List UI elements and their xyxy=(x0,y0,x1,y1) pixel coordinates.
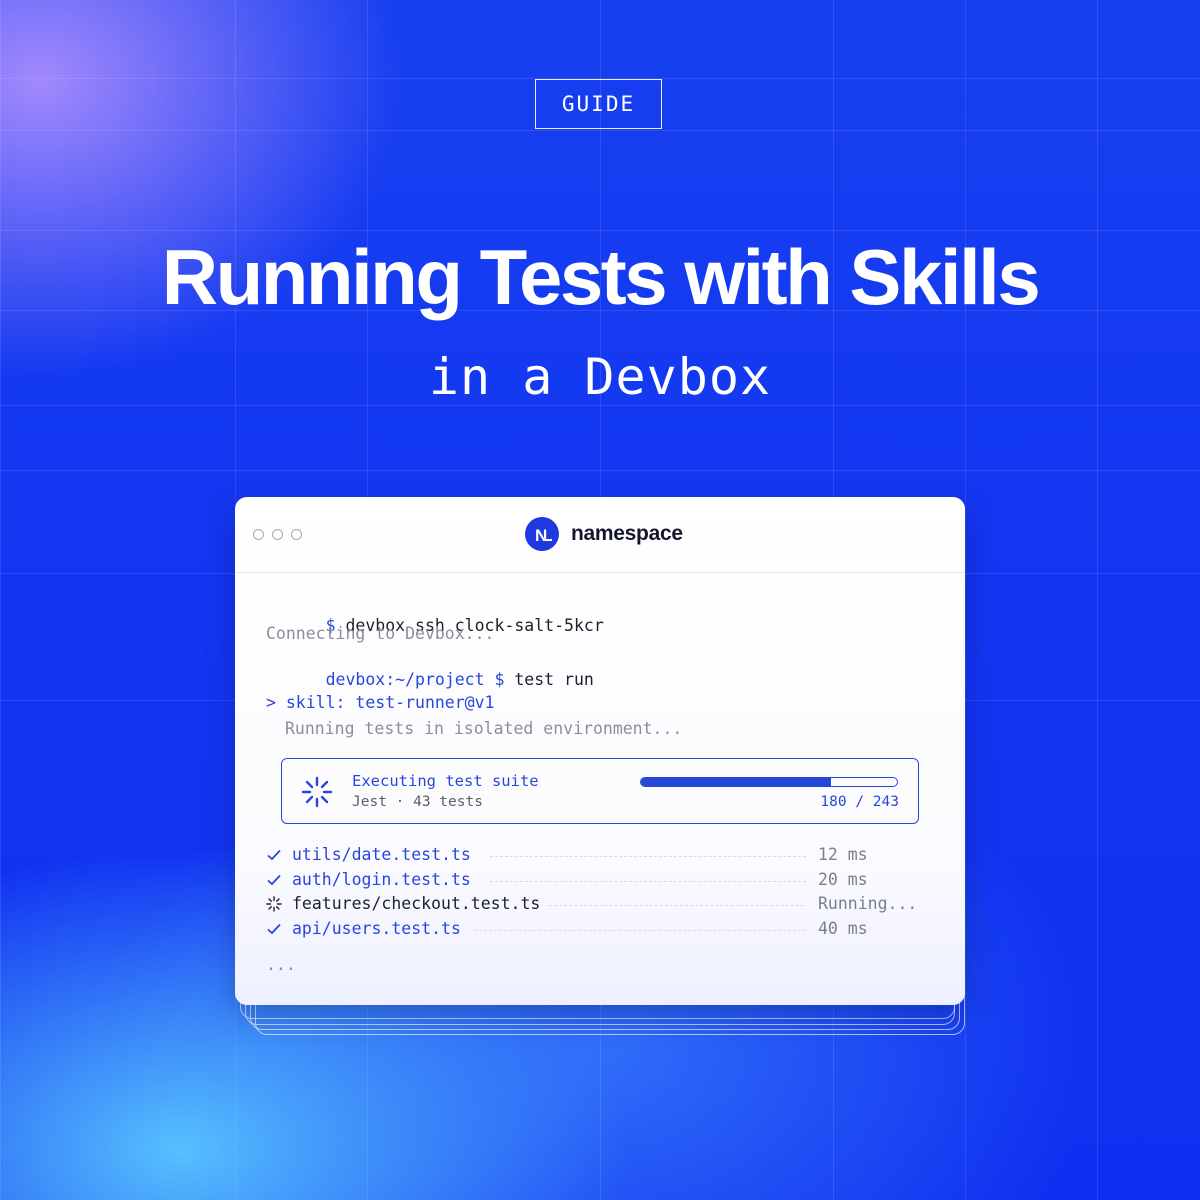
progress-count: 180 / 243 xyxy=(820,794,899,810)
close-window-button[interactable] xyxy=(253,529,264,540)
test-name: utils/date.test.ts xyxy=(292,845,471,864)
test-time: 40 ms xyxy=(818,919,868,938)
page-title: Running Tests with Skills xyxy=(161,233,1041,321)
command-line: test run xyxy=(504,670,594,689)
test-name: auth/login.test.ts xyxy=(292,870,471,889)
minimize-window-button[interactable] xyxy=(272,529,283,540)
execution-subtitle: Jest · 43 tests xyxy=(352,794,483,810)
brand: N namespace xyxy=(525,517,683,551)
test-time: 12 ms xyxy=(818,845,868,864)
execution-panel: Executing test suite Jest · 43 tests 180… xyxy=(281,758,919,824)
test-row: utils/date.test.ts 12 ms xyxy=(266,845,926,867)
progress-bar-fill xyxy=(641,778,831,786)
svg-text:N: N xyxy=(535,526,547,545)
checkmark-icon xyxy=(267,874,281,886)
execution-title: Executing test suite xyxy=(352,772,539,790)
brand-name: namespace xyxy=(571,522,683,545)
more-ellipsis: ... xyxy=(266,955,296,974)
test-time: Running... xyxy=(818,894,918,913)
leader-line xyxy=(474,930,806,931)
test-time: 20 ms xyxy=(818,870,868,889)
test-name: api/users.test.ts xyxy=(292,919,461,938)
spinner-icon xyxy=(266,896,282,912)
page-subtitle: in a Devbox xyxy=(428,348,772,406)
spinner-icon xyxy=(301,776,333,808)
running-message: Running tests in isolated environment... xyxy=(285,719,683,738)
leader-line xyxy=(490,856,806,857)
checkmark-icon xyxy=(267,923,281,935)
skill-line: > skill: test-runner@v1 xyxy=(266,693,495,712)
namespace-logo-icon: N xyxy=(525,517,559,551)
leader-line xyxy=(549,905,804,906)
test-row: api/users.test.ts 40 ms xyxy=(266,919,926,941)
terminal-window: N namespace $ devbox ssh clock-salt-5kcr… xyxy=(235,497,965,1005)
guide-badge: GUIDE xyxy=(535,79,662,129)
test-row: auth/login.test.ts 20 ms xyxy=(266,870,926,892)
leader-line xyxy=(490,881,806,882)
project-prompt: devbox:~/project $ xyxy=(325,670,505,689)
test-name: features/checkout.test.ts xyxy=(292,894,541,913)
window-titlebar: N namespace xyxy=(235,497,965,573)
window-controls xyxy=(253,529,302,540)
test-row: features/checkout.test.ts Running... xyxy=(266,894,926,916)
checkmark-icon xyxy=(267,849,281,861)
connecting-message: Connecting to Devbox... xyxy=(266,624,495,643)
progress-bar xyxy=(640,777,898,787)
maximize-window-button[interactable] xyxy=(291,529,302,540)
